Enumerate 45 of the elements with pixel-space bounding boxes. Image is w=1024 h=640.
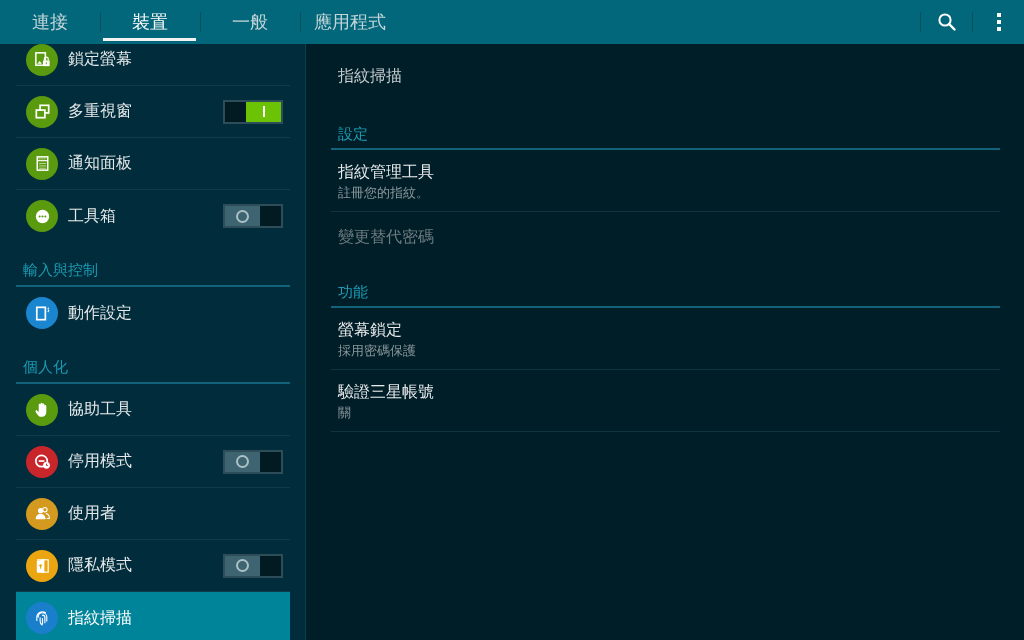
item-label: 多重視窗	[68, 101, 133, 122]
toggle-switch[interactable]	[223, 449, 283, 474]
vertical-dots-icon	[996, 13, 1001, 31]
item-label: 使用者	[68, 503, 117, 524]
tab[interactable]: 裝置	[100, 0, 200, 44]
settings-item[interactable]: 停用模式	[16, 436, 290, 488]
settings-item[interactable]: 通知面板	[16, 138, 290, 190]
settings-option: 變更替代密碼	[338, 226, 434, 248]
item-label: 通知面板	[68, 153, 133, 174]
item-label: 停用模式	[68, 451, 133, 472]
page-title: 指紋掃描	[337, 64, 403, 87]
tab[interactable]: 應用程式	[300, 0, 400, 44]
option-subtitle: 註冊您的指紋。	[338, 184, 429, 202]
settings-option[interactable]: 螢幕鎖定 採用密碼保護	[331, 308, 1000, 370]
toggle-switch[interactable]	[223, 99, 283, 124]
section-header: 輸入與控制	[16, 242, 290, 287]
item-label: 隱私模式	[68, 555, 133, 576]
settings-item[interactable]: 工具箱	[16, 190, 290, 242]
option-title: 驗證三星帳號	[338, 381, 434, 403]
settings-option[interactable]: 指紋管理工具 註冊您的指紋。	[331, 150, 1000, 212]
section-header: 設定	[331, 108, 1000, 150]
item-label: 指紋掃描	[68, 607, 133, 629]
settings-item[interactable]: 使用者	[16, 488, 290, 540]
toggle-switch[interactable]	[223, 553, 283, 578]
settings-item[interactable]: 指紋掃描	[16, 592, 290, 640]
item-label: 協助工具	[68, 399, 133, 420]
item-label: 工具箱	[68, 205, 117, 227]
option-subtitle: 關	[338, 404, 351, 422]
item-label: 動作設定	[68, 302, 133, 324]
toggle-switch[interactable]	[223, 204, 283, 228]
section-header: 個人化	[16, 339, 290, 384]
settings-item[interactable]: 動作設定	[16, 287, 290, 339]
option-subtitle: 採用密碼保護	[338, 342, 416, 360]
option-title: 螢幕鎖定	[338, 319, 402, 341]
item-label: 鎖定螢幕	[68, 49, 133, 70]
settings-item[interactable]: 隱私模式	[16, 540, 290, 592]
tab[interactable]: 連接	[0, 0, 100, 44]
settings-option[interactable]: 驗證三星帳號 關	[331, 370, 1000, 432]
settings-item[interactable]: 協助工具	[16, 384, 290, 436]
settings-item[interactable]: 鎖定螢幕	[16, 44, 290, 86]
search-icon	[936, 12, 957, 32]
tab[interactable]: 一般	[200, 0, 300, 44]
section-header: 功能	[331, 266, 1000, 308]
option-title: 指紋管理工具	[338, 161, 434, 183]
settings-item[interactable]: 多重視窗	[16, 86, 290, 138]
